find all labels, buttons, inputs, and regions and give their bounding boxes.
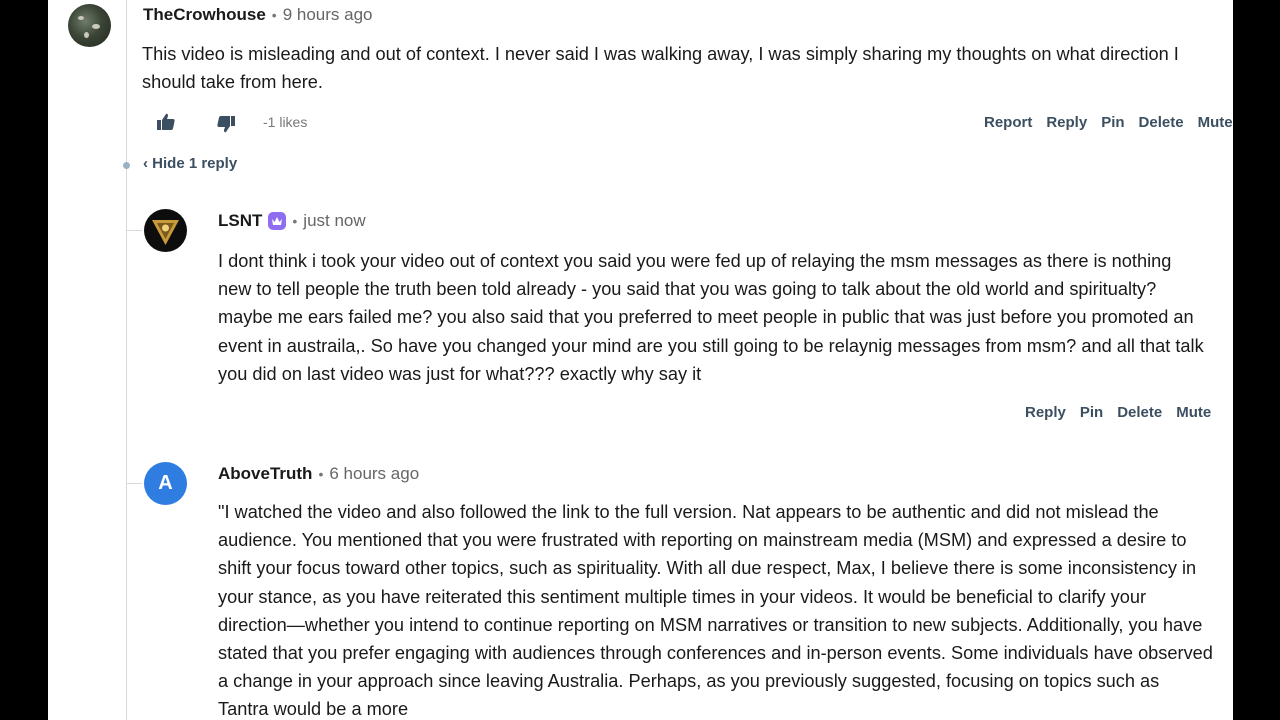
- mute-button[interactable]: Mute: [1176, 404, 1211, 421]
- reply-connector: [126, 230, 142, 231]
- comment-header: TheCrowhouse • 9 hours ago: [143, 5, 373, 25]
- thread-dot: [123, 162, 130, 169]
- hide-replies-toggle[interactable]: ‹ Hide 1 reply: [143, 155, 237, 172]
- report-button[interactable]: Report: [984, 114, 1032, 131]
- reply-connector: [126, 483, 142, 484]
- timestamp: just now: [303, 211, 366, 230]
- likes-count: -1 likes: [263, 114, 308, 130]
- avatar[interactable]: A: [144, 462, 187, 505]
- pin-button[interactable]: Pin: [1101, 114, 1124, 131]
- delete-button[interactable]: Delete: [1117, 404, 1162, 421]
- pin-button[interactable]: Pin: [1080, 404, 1103, 421]
- reply-button[interactable]: Reply: [1046, 114, 1087, 131]
- thread-line: [126, 0, 127, 720]
- separator-dot: •: [292, 213, 298, 229]
- username[interactable]: AboveTruth: [218, 464, 312, 484]
- dislike-button[interactable]: [216, 114, 236, 134]
- crown-icon: [268, 212, 287, 230]
- comment-text: This video is misleading and out of cont…: [142, 44, 1179, 93]
- comment-actions: Report Reply Pin Delete Mute: [984, 114, 1233, 131]
- timestamp: 9 hours ago: [282, 5, 373, 24]
- comment-actions: Reply Pin Delete Mute: [1025, 404, 1211, 421]
- comment-header: AboveTruth • 6 hours ago: [218, 464, 419, 484]
- separator-dot: •: [318, 466, 324, 482]
- username[interactable]: LSNT: [218, 211, 262, 231]
- avatar[interactable]: [144, 209, 187, 252]
- like-button[interactable]: [156, 112, 176, 132]
- comment-text: "I watched the video and also followed t…: [218, 502, 1213, 720]
- thumbs-down-icon: [217, 116, 235, 133]
- reply-button[interactable]: Reply: [1025, 404, 1066, 421]
- comment-text: I dont think i took your video out of co…: [218, 251, 1204, 384]
- triangle-logo-icon: [144, 209, 187, 252]
- avatar[interactable]: [68, 4, 111, 47]
- delete-button[interactable]: Delete: [1139, 114, 1184, 131]
- mute-button[interactable]: Mute: [1198, 114, 1233, 131]
- timestamp: 6 hours ago: [329, 464, 420, 483]
- comment-header: LSNT • just now: [218, 211, 366, 231]
- username[interactable]: TheCrowhouse: [143, 5, 266, 25]
- separator-dot: •: [271, 7, 277, 23]
- comments-panel: TheCrowhouse • 9 hours ago This video is…: [48, 0, 1233, 720]
- thumbs-up-icon: [157, 113, 175, 130]
